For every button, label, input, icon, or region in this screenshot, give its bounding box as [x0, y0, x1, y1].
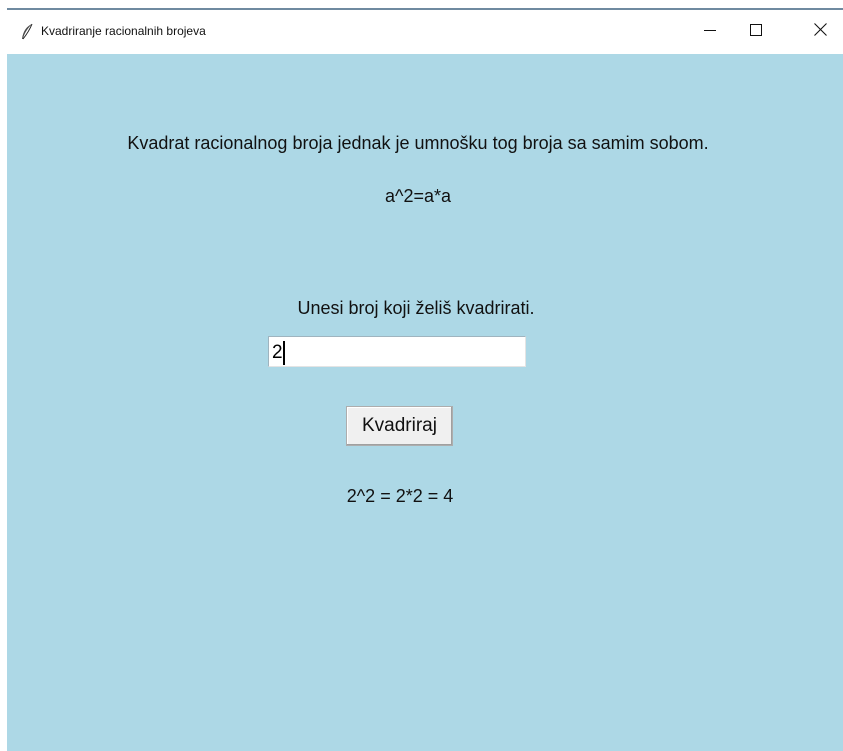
result-label: 2^2 = 2*2 = 4: [346, 486, 454, 506]
maximize-button[interactable]: [733, 10, 779, 54]
minimize-button[interactable]: [687, 10, 733, 54]
title-bar[interactable]: Kvadriranje racionalnih brojeva: [7, 10, 843, 54]
maximize-icon: [750, 23, 762, 41]
description-label: Kvadrat racionalnog broja jednak je umno…: [127, 133, 709, 153]
feather-icon: [19, 23, 35, 41]
formula-label: a^2=a*a: [384, 186, 451, 206]
minimize-icon: [704, 23, 716, 41]
number-input[interactable]: 2: [268, 336, 526, 367]
close-button[interactable]: [797, 10, 843, 54]
text-caret: [282, 340, 285, 365]
number-input-value: 2: [272, 341, 283, 363]
main-panel: Kvadrat racionalnog broja jednak je umno…: [7, 54, 843, 751]
square-button[interactable]: Kvadriraj: [346, 406, 453, 446]
window-title: Kvadriranje racionalnih brojeva: [41, 24, 206, 38]
close-icon: [813, 23, 827, 41]
input-prompt-label: Unesi broj koji želiš kvadrirati.: [297, 298, 535, 318]
